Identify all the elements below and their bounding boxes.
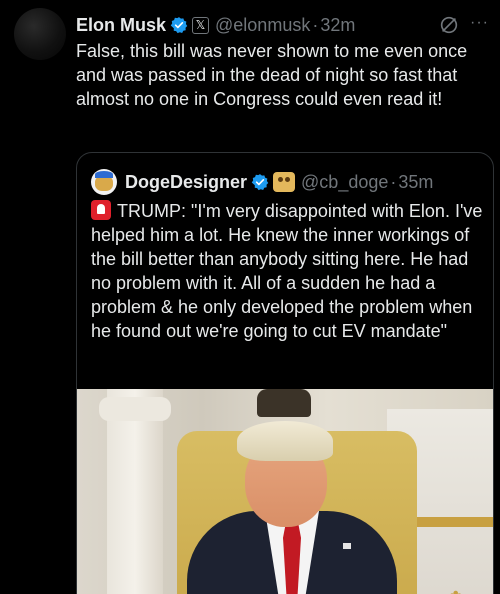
quoted-timestamp[interactable]: 35m [398, 172, 433, 193]
tweet[interactable]: Elon Musk 𝕏 @elonmusk · 32m ··· False, t… [0, 0, 500, 594]
quoted-tweet-text-block: TRUMP: "I'm very disappointed with Elon.… [91, 199, 487, 343]
timestamp[interactable]: 32m [320, 15, 355, 36]
doge-badge-icon [273, 172, 296, 192]
doge-avatar-hat [95, 171, 113, 178]
quoted-separator-dot: · [390, 171, 397, 192]
siren-icon [91, 200, 111, 220]
photo-gold-ornament: ✿ [449, 587, 487, 594]
quoted-tweet-photo[interactable]: ✿ [77, 389, 493, 594]
author-handle[interactable]: @elonmusk [215, 15, 310, 36]
photo-lapel-pin [343, 543, 351, 549]
tweet-text: False, this bill was never shown to me e… [76, 41, 468, 109]
tweet-header: Elon Musk 𝕏 @elonmusk · 32m [76, 12, 355, 38]
photo-pillar-capital [99, 397, 171, 421]
quoted-verified-icon [251, 174, 269, 191]
quoted-tweet[interactable]: DogeDesigner @cb_doge · 35m TRUMP: "I'm … [76, 152, 494, 594]
quoted-avatar[interactable] [91, 169, 117, 195]
author-name[interactable]: Elon Musk [76, 15, 166, 36]
photo-tie [283, 519, 301, 594]
photo-bust [257, 389, 311, 417]
photo-hair [237, 421, 333, 461]
verified-icon [170, 17, 188, 34]
quoted-tweet-header: DogeDesigner @cb_doge · 35m [91, 169, 433, 195]
quoted-tweet-text: TRUMP: "I'm very disappointed with Elon.… [91, 201, 483, 341]
avatar[interactable] [14, 8, 66, 60]
separator-dot: · [312, 14, 319, 35]
x-affiliate-badge-icon: 𝕏 [192, 16, 210, 34]
quoted-author-handle[interactable]: @cb_doge [301, 172, 388, 193]
quoted-author-name[interactable]: DogeDesigner [125, 172, 247, 193]
more-options-icon[interactable]: ··· [470, 14, 494, 36]
grok-icon[interactable] [438, 14, 460, 36]
